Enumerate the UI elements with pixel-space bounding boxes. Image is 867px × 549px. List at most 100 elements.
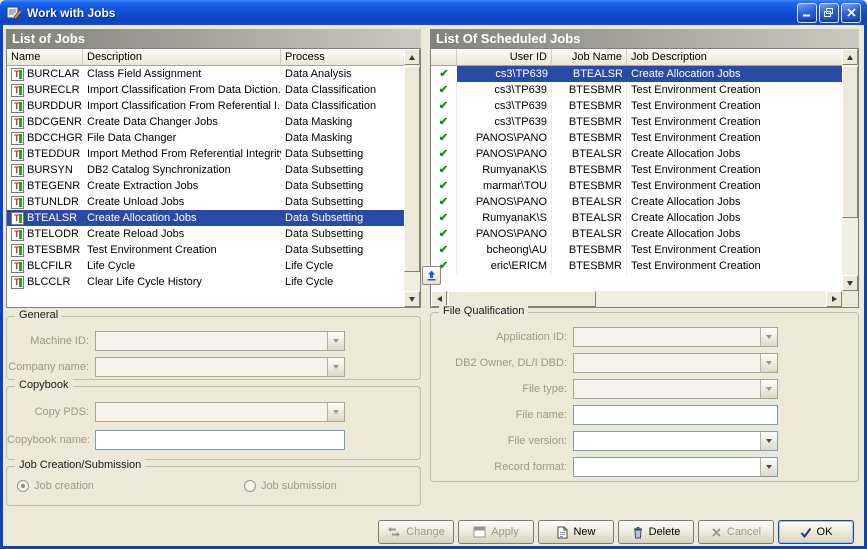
change-button-label: Change (406, 526, 445, 538)
scheduled-table-row[interactable]: ✔PANOS\PANOBTEALSRCreate Allocation Jobs (431, 226, 858, 242)
machine-id-combo[interactable] (95, 331, 345, 351)
chevron-down-icon[interactable] (327, 358, 344, 376)
apply-button-label: Apply (491, 526, 519, 538)
jobs-table-row[interactable]: TBDCGENRCreate Data Changer JobsData Mas… (7, 114, 420, 130)
company-name-combo-value (96, 358, 327, 376)
column-header-status[interactable] (431, 49, 457, 66)
right-panel-title: List Of Scheduled Jobs (430, 29, 859, 48)
down-arrow-icon (409, 297, 415, 302)
scheduled-table-row[interactable]: ✔PANOS\PANOBTESBMRTest Environment Creat… (431, 130, 858, 146)
jobs-table-row[interactable]: TBLCCLRClear Life Cycle HistoryLife Cycl… (7, 274, 420, 290)
right-panel-title-text: List Of Scheduled Jobs (436, 31, 580, 46)
scheduled-table-row[interactable]: ✔cs3\TP639BTESBMRTest Environment Creati… (431, 98, 858, 114)
scheduled-table-row[interactable]: ✔cs3\TP639BTEALSRCreate Allocation Jobs (431, 66, 858, 82)
jobs-table-row[interactable]: TBTUNLDRCreate Unload JobsData Subsettin… (7, 194, 420, 210)
jobs-table-row[interactable]: TBLCFILRLife CycleLife Cycle (7, 258, 420, 274)
close-button[interactable] (841, 3, 861, 23)
jobs-table-row[interactable]: TBTEALSRCreate Allocation JobsData Subse… (7, 210, 420, 226)
application-id-combo[interactable] (573, 327, 778, 347)
column-header-description[interactable]: Description (83, 49, 281, 66)
apply-button[interactable]: Apply (458, 520, 534, 544)
file-name-input[interactable] (573, 405, 778, 425)
job-submission-radio[interactable]: Job submission (244, 480, 337, 492)
scroll-thumb[interactable] (842, 66, 858, 218)
scheduled-table-row[interactable]: ✔marmar\TOUBTESBMRTest Environment Creat… (431, 178, 858, 194)
chevron-down-icon[interactable] (327, 403, 344, 421)
scroll-thumb[interactable] (404, 66, 420, 272)
jobs-table-row[interactable]: TBTELODRCreate Reload JobsData Subsettin… (7, 226, 420, 242)
apply-icon (473, 526, 486, 538)
job-submission-radio-label: Job submission (261, 480, 337, 492)
file-version-combo-value (574, 432, 760, 450)
chevron-down-icon[interactable] (327, 332, 344, 350)
record-format-combo[interactable] (573, 457, 778, 477)
jobs-table-row[interactable]: TBURSYNDB2 Catalog SynchronizationData S… (7, 162, 420, 178)
scroll-up-button[interactable] (842, 49, 858, 65)
column-header-job-description[interactable]: Job Description (627, 49, 842, 66)
jobs-table-row[interactable]: TBDCCHGRFile Data ChangerData Masking (7, 130, 420, 146)
copy-pds-combo[interactable] (95, 402, 345, 422)
jobs-table-row[interactable]: TBURCLARClass Field AssignmentData Analy… (7, 66, 420, 82)
company-name-combo[interactable] (95, 357, 345, 377)
chevron-down-icon[interactable] (760, 432, 777, 450)
column-header-user-id[interactable]: User ID (457, 49, 552, 66)
chevron-down-icon[interactable] (760, 380, 777, 398)
chevron-down-icon[interactable] (760, 354, 777, 372)
scroll-right-button[interactable] (826, 291, 842, 307)
job-creation-radio[interactable]: Job creation (17, 480, 94, 492)
chevron-down-icon[interactable] (760, 458, 777, 476)
jobs-table-row[interactable]: TBTESBMRTest Environment CreationData Su… (7, 242, 420, 258)
scheduled-table-row[interactable]: ✔PANOS\PANOBTEALSRCreate Allocation Jobs (431, 194, 858, 210)
scheduled-table-row[interactable]: ✔PANOS\PANOBTEALSRCreate Allocation Jobs (431, 146, 858, 162)
scheduled-table-row[interactable]: ✔RumyanaK\SBTESBMRTest Environment Creat… (431, 162, 858, 178)
new-button[interactable]: New (538, 520, 614, 544)
db2-owner-dli-dbd-combo[interactable] (573, 353, 778, 373)
ok-button[interactable]: OK (778, 520, 854, 544)
scheduled-table-row[interactable]: ✔eric\ERICMBTESBMRTest Environment Creat… (431, 258, 858, 274)
file-qualification-group-title: File Qualification (439, 305, 528, 317)
radio-unselected-icon (244, 480, 256, 492)
minimize-button[interactable] (797, 3, 817, 23)
jobs-table-row[interactable]: TBURDDURImport Classification From Refer… (7, 98, 420, 114)
file-type-combo[interactable] (573, 379, 778, 399)
scheduled-table-row[interactable]: ✔cs3\TP639BTESBMRTest Environment Creati… (431, 82, 858, 98)
copybook-name-input[interactable] (95, 430, 345, 450)
general-group: General Machine ID:Company name: (6, 316, 421, 380)
delete-button-label: Delete (649, 526, 681, 538)
check-icon: ✔ (439, 178, 448, 194)
column-header-job-name[interactable]: Job Name (552, 49, 627, 66)
scheduled-vertical-scrollbar[interactable] (842, 49, 858, 291)
copybook-group-body: Copy PDS:Copybook name: (7, 387, 420, 454)
scheduled-table-row[interactable]: ✔cs3\TP639BTESBMRTest Environment Creati… (431, 114, 858, 130)
scroll-down-button[interactable] (404, 291, 420, 307)
jobs-vertical-scrollbar[interactable] (404, 49, 420, 307)
change-button[interactable]: Change (378, 520, 454, 544)
scheduled-table-row[interactable]: ✔RumyanaK\SBTEALSRCreate Allocation Jobs (431, 210, 858, 226)
job-type-icon: T (11, 212, 24, 225)
job-type-icon: T (11, 244, 24, 257)
jobs-table-row[interactable]: TBTEDDURImport Method From Referential I… (7, 146, 420, 162)
column-header-name[interactable]: Name (7, 49, 83, 66)
radio-selected-icon (17, 480, 29, 492)
jobs-table-row[interactable]: TBURECLRImport Classification From Data … (7, 82, 420, 98)
cancel-button-label: Cancel (727, 526, 761, 538)
cancel-button[interactable]: Cancel (698, 520, 774, 544)
file-version-combo[interactable] (573, 431, 778, 451)
general-group-title: General (15, 309, 62, 321)
column-header-process[interactable]: Process (281, 49, 404, 66)
new-icon (556, 526, 568, 539)
scheduled-table-row[interactable]: ✔bcheong\AUBTESBMRTest Environment Creat… (431, 242, 858, 258)
chevron-down-icon[interactable] (760, 328, 777, 346)
transfer-job-button[interactable] (422, 266, 441, 285)
scroll-up-button[interactable] (404, 49, 420, 65)
check-icon: ✔ (439, 242, 448, 258)
db2-owner-dli-dbd-combo-value (574, 354, 760, 372)
jobs-table-row[interactable]: TBTEGENRCreate Extraction JobsData Subse… (7, 178, 420, 194)
button-bar: Change Apply New Delete Cancel OK (378, 520, 854, 544)
delete-button[interactable]: Delete (618, 520, 694, 544)
scroll-down-button[interactable] (842, 275, 858, 291)
job-type-icon: T (11, 116, 24, 129)
maximize-button[interactable] (819, 3, 839, 23)
titlebar[interactable]: Work with Jobs (0, 0, 867, 25)
check-icon: ✔ (439, 194, 448, 210)
